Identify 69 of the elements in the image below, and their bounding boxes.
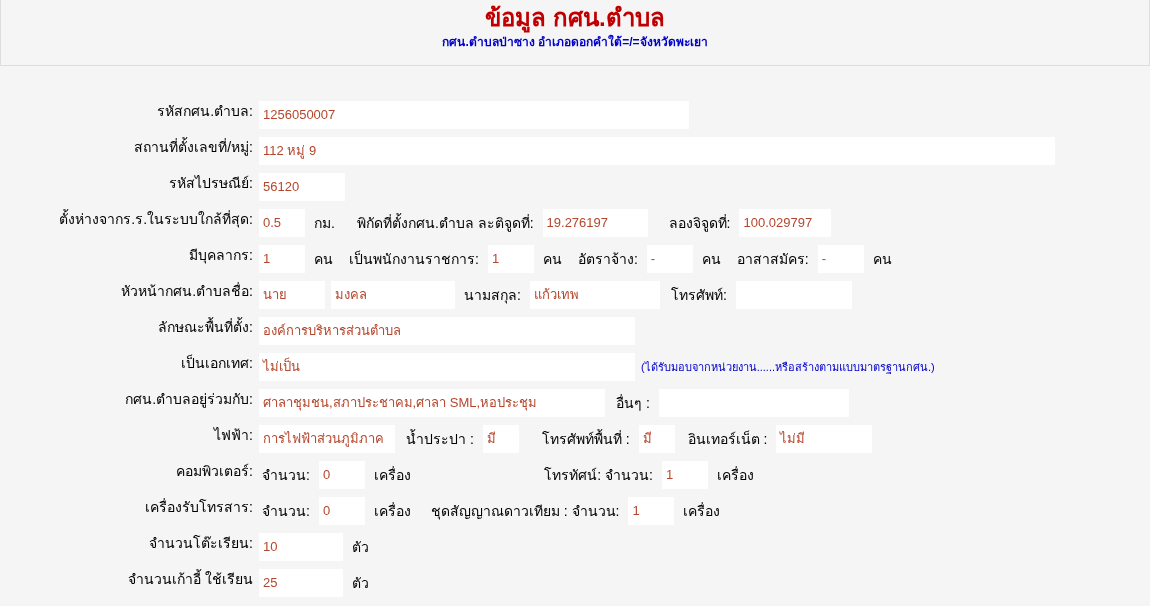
input-field[interactable]: นาย xyxy=(259,281,325,309)
input-field[interactable]: ศาลาชุมชน,สภาประชาคม,ศาลา SML,หอประชุม xyxy=(259,389,605,417)
input-field[interactable]: 0.5 xyxy=(259,209,305,237)
field-label: รหัสไปรษณีย์: xyxy=(168,173,254,193)
field-text: อาสาสมัคร: xyxy=(735,249,810,269)
field-text: เครื่อง xyxy=(372,501,412,521)
input-field[interactable]: 1 xyxy=(259,245,305,273)
field-text: อินเทอร์เน็ต : xyxy=(686,429,769,449)
field-text: ตัว xyxy=(351,537,370,557)
hint-text: (ได้รับมอบจากหน่วยงาน......หรือสร้างตามแบบมาตรฐานกศน.) xyxy=(641,359,935,376)
field-label: ไฟฟ้า: xyxy=(212,425,254,445)
input-field[interactable]: 1 xyxy=(487,245,534,273)
input-field[interactable]: องค์การบริหารส่วนตำบล xyxy=(259,317,635,345)
field-label: คอมพิวเตอร์: xyxy=(175,461,254,481)
page-subtitle: กศน.ตำบลป่าซาง อำเภอดอกคำใต้=/=จังหวัดพะเยา xyxy=(442,33,708,51)
input-field[interactable]: มี xyxy=(638,425,675,453)
input-field[interactable]: มงคล xyxy=(331,281,455,309)
field-text: เครื่อง xyxy=(715,465,755,485)
input-field[interactable]: ไม่เป็น xyxy=(259,353,635,381)
field-text: เครื่อง xyxy=(372,465,412,485)
field-text: โทรทัศน์: จำนวน: xyxy=(543,465,654,485)
field-text: เครื่อง xyxy=(682,501,722,521)
field-label: เป็นเอกเทศ: xyxy=(180,353,254,373)
input-field[interactable]: ไม่มี xyxy=(776,425,873,453)
field-label: สถานที่ตั้งเลขที่/หมู่: xyxy=(133,136,254,158)
field-text: ลองจิจูดที่: xyxy=(667,213,732,234)
input-field[interactable]: 56120 xyxy=(259,173,345,201)
input-field[interactable]: 10 xyxy=(259,533,343,561)
field-text: ชุดสัญญาณดาวเทียม : จำนวน: xyxy=(429,501,621,522)
field-label: หัวหน้ากศน.ตำบลชื่อ: xyxy=(120,281,254,301)
field-text: อื่นๆ : xyxy=(615,393,651,413)
field-text: คน xyxy=(700,249,722,269)
field-label: จำนวนโต๊ะเรียน: xyxy=(148,533,254,553)
input-field[interactable]: - xyxy=(646,245,693,273)
input-field[interactable]: 112 หมู่ 9 xyxy=(259,137,1055,165)
input-field[interactable]: 100.029797 xyxy=(739,209,832,237)
input-field[interactable]: การไฟฟ้าส่วนภูมิภาค xyxy=(259,425,395,453)
input-field[interactable]: 0 xyxy=(318,461,365,489)
field-label: มีบุคลากร: xyxy=(188,245,254,266)
field-label: ลักษณะพื้นที่ตั้ง: xyxy=(157,316,254,337)
input-field[interactable]: มี xyxy=(482,425,519,453)
field-text: ตัว xyxy=(351,573,370,593)
field-label: รหัสกศน.ตำบล: xyxy=(156,101,254,121)
field-text: น้ำประปา : xyxy=(405,428,475,449)
field-text: คน xyxy=(313,249,334,269)
field-text: พิกัดที่ตั้งกศน.ตำบล ละติจูดที่: xyxy=(355,212,535,234)
input-field[interactable]: - xyxy=(817,245,864,273)
field-text: โทรศัพท์พื้นที่ : xyxy=(540,428,631,449)
field-text: กม. xyxy=(313,213,336,233)
input-field[interactable]: 1 xyxy=(661,461,708,489)
field-label: เครื่องรับโทรสาร: xyxy=(144,497,254,517)
input-field[interactable]: 19.276197 xyxy=(542,209,648,237)
field-text: คน xyxy=(541,249,563,269)
input-field[interactable]: 1256050007 xyxy=(259,101,689,129)
field-text: คน xyxy=(871,249,893,269)
field-text: จำนวน: xyxy=(261,465,311,485)
field-text: อัตราจ้าง: xyxy=(576,249,639,269)
field-text: เป็นพนักงานราชการ: xyxy=(348,249,480,269)
input-field[interactable]: 0 xyxy=(318,497,365,525)
field-label: จำนวนเก้าอี้ ใช้เรียน xyxy=(127,568,254,589)
input-field[interactable]: 1 xyxy=(628,497,675,525)
field-text: นามสกุล: xyxy=(463,285,522,306)
field-label: ตั้งห่างจากร.ร.ในระบบใกล้ที่สุด: xyxy=(58,208,254,230)
field-text: จำนวน: xyxy=(261,501,311,521)
page-title: ข้อมูล กศน.ตำบล xyxy=(485,3,665,33)
input-field[interactable]: 25 xyxy=(259,569,343,597)
field-text: โทรศัพท์: xyxy=(669,285,728,305)
input-field[interactable]: แก้วเทพ xyxy=(529,281,660,309)
field-label: กศน.ตำบลอยู่ร่วมกับ: xyxy=(124,389,254,410)
